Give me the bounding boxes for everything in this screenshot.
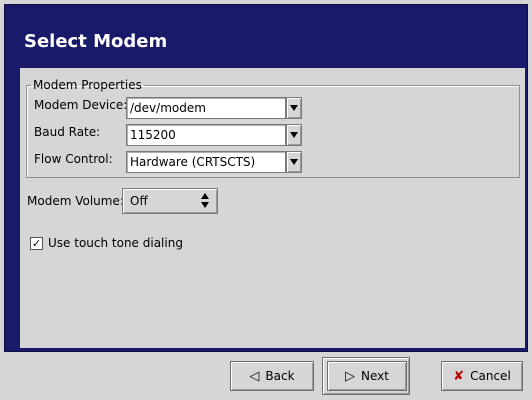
baud-rate-combo[interactable]: 115200 xyxy=(126,124,302,146)
modem-device-row: Modem Device: xyxy=(34,98,127,112)
touch-tone-checkbox[interactable]: ✓ xyxy=(30,236,43,250)
chevron-down-icon[interactable] xyxy=(286,151,302,173)
content-panel: Modem Properties Modem Device: /dev/mode… xyxy=(20,68,525,348)
cancel-label: Cancel xyxy=(470,369,511,383)
back-label: Back xyxy=(265,369,295,383)
modem-device-input[interactable]: /dev/modem xyxy=(126,97,286,119)
modem-volume-select[interactable]: Off xyxy=(122,188,218,214)
next-button[interactable]: ▷ Next xyxy=(327,361,407,391)
next-label: Next xyxy=(361,369,389,383)
flow-control-label: Flow Control: xyxy=(34,152,113,166)
page-title: Select Modem xyxy=(24,31,168,52)
arrow-right-icon: ▷ xyxy=(345,368,356,384)
x-icon: ✘ xyxy=(453,368,465,384)
group-legend: Modem Properties xyxy=(33,78,142,92)
chevron-down-icon[interactable] xyxy=(286,97,302,119)
baud-rate-label: Baud Rate: xyxy=(34,125,101,139)
touch-tone-checkbox-row[interactable]: ✓ Use touch tone dialing xyxy=(30,236,183,250)
chevron-down-icon[interactable] xyxy=(286,124,302,146)
up-down-arrows-icon xyxy=(197,191,213,211)
flow-control-input[interactable]: Hardware (CRTSCTS) xyxy=(126,151,286,173)
modem-device-label: Modem Device: xyxy=(34,98,128,112)
back-button[interactable]: ◁ Back xyxy=(230,361,314,391)
baud-rate-input[interactable]: 115200 xyxy=(126,124,286,146)
modem-device-combo[interactable]: /dev/modem xyxy=(126,97,302,119)
modem-volume-label: Modem Volume: xyxy=(27,194,124,208)
modem-volume-value: Off xyxy=(130,194,148,208)
baud-rate-row: Baud Rate: xyxy=(34,125,100,139)
flow-control-row: Flow Control: xyxy=(34,152,113,166)
flow-control-combo[interactable]: Hardware (CRTSCTS) xyxy=(126,151,302,173)
cancel-button[interactable]: ✘ Cancel xyxy=(441,361,523,391)
arrow-left-icon: ◁ xyxy=(249,368,260,384)
touch-tone-label: Use touch tone dialing xyxy=(48,236,183,250)
modem-volume-row: Modem Volume: xyxy=(27,194,124,208)
